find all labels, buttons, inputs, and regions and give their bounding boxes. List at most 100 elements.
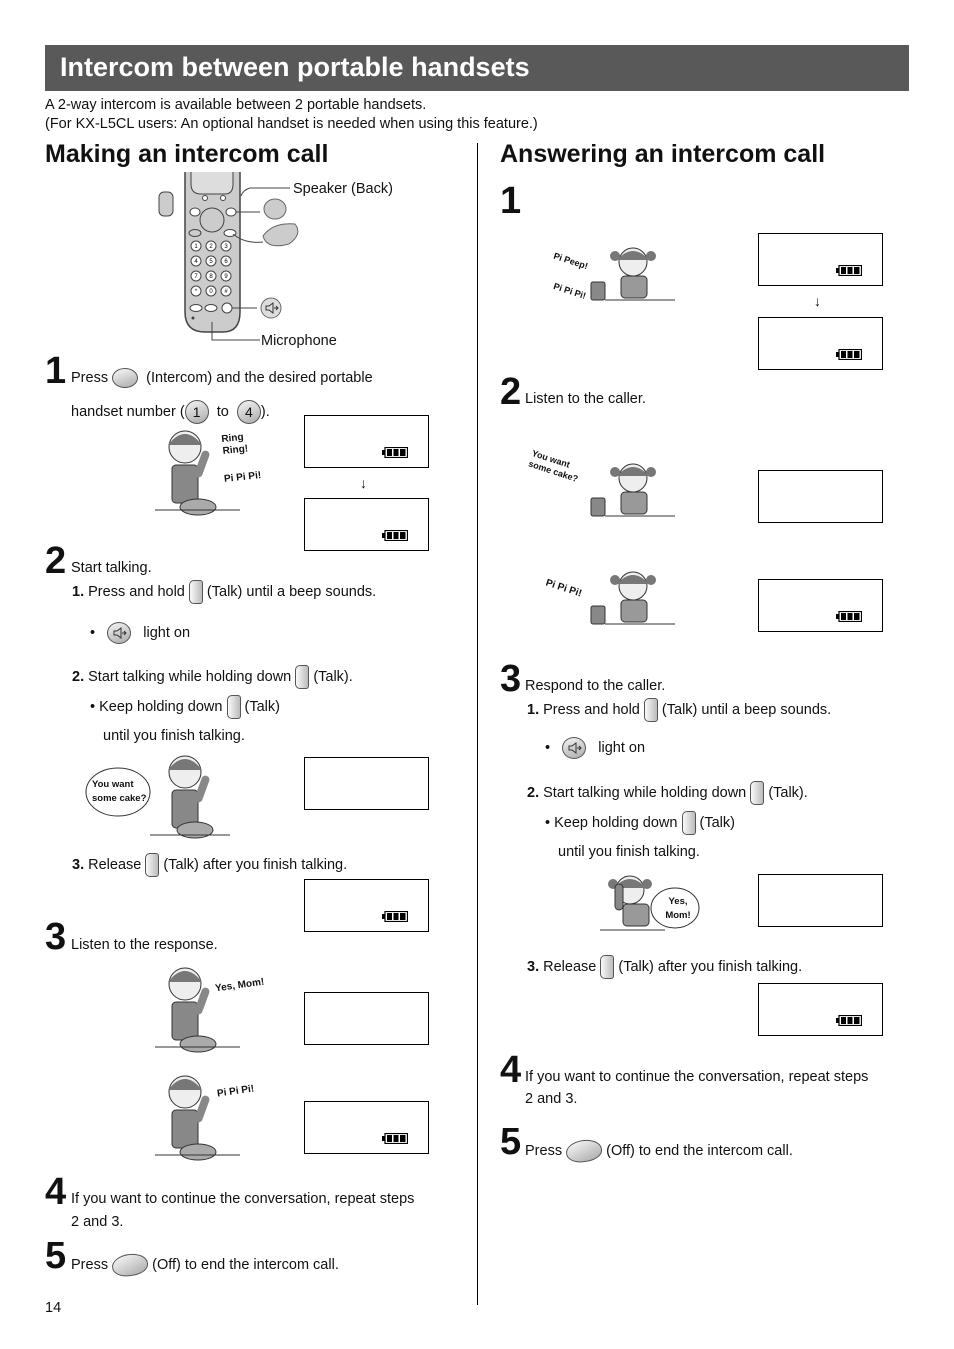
speaker-label: Speaker (Back): [293, 181, 393, 197]
step-text: to: [216, 403, 229, 420]
answering-step-2-number: 2: [500, 371, 522, 413]
lcd-display: [304, 498, 429, 551]
mom-listening-illustration: [150, 962, 270, 1057]
step-text: (Talk): [244, 698, 280, 715]
step-text: until you finish talking.: [558, 844, 700, 860]
battery-icon: [836, 1015, 862, 1026]
answering-step-3-sub-3: 3. Release (Talk) after you finish talki…: [527, 955, 802, 979]
talk-button-icon: [750, 781, 765, 805]
intro-line-2: (For KX-L5CL users: An optional handset …: [45, 116, 538, 132]
speaker-button-icon: [107, 622, 132, 644]
talk-button-icon: [643, 698, 658, 722]
battery-icon: [836, 611, 862, 622]
talk-button-icon: [681, 811, 696, 835]
making-step-2-sub-3: 3. Release (Talk) after you finish talki…: [72, 853, 347, 877]
making-step-5-number: 5: [45, 1235, 67, 1277]
step-text: Start talking.: [71, 560, 152, 576]
step-text: ).: [260, 403, 270, 420]
sub-step-number: 3.: [527, 958, 540, 975]
lcd-display: [758, 470, 883, 523]
making-step-2-number: 2: [45, 540, 67, 582]
battery-icon: [382, 447, 408, 458]
lcd-display: [758, 233, 883, 286]
step-text: Start talking while holding down: [88, 668, 292, 685]
step-text: (Talk): [699, 814, 735, 831]
step-text: (Talk) after you finish talking.: [163, 856, 348, 873]
making-step-1-line-1: Press (Intercom) and the desired portabl…: [71, 368, 373, 388]
answering-section-title: Answering an intercom call: [500, 140, 826, 168]
lcd-display: [304, 992, 429, 1045]
step-text: Release: [88, 856, 142, 873]
step-text: light on: [143, 624, 191, 641]
talk-button-icon: [600, 955, 615, 979]
arrow-down-icon: ↓: [814, 293, 821, 309]
lcd-display: [758, 579, 883, 632]
page-title: Intercom between portable handsets: [60, 52, 530, 82]
lcd-display: [304, 757, 429, 810]
step-text: Press: [71, 1256, 109, 1273]
sub-step-number: 1.: [72, 583, 85, 600]
step-text: Keep holding down: [99, 698, 223, 715]
answering-step-3-sub-1: 1. Press and hold (Talk) until a beep so…: [527, 698, 831, 722]
lcd-display: [758, 874, 883, 927]
step-text: Release: [543, 958, 597, 975]
answering-step-3-keep: • Keep holding down (Talk): [545, 811, 735, 835]
sfx-pi: Pi Pi Pi!: [552, 281, 588, 301]
bullet: •: [90, 624, 96, 641]
making-step-4-number: 4: [45, 1171, 67, 1213]
answering-step-3-number: 3: [500, 658, 522, 700]
key-4-icon: 4: [236, 400, 261, 424]
step-text: Press: [71, 369, 109, 386]
bullet: •: [545, 739, 551, 756]
making-step-2-sub-1: 1. Press and hold (Talk) until a beep so…: [72, 580, 376, 604]
step-text: (Talk) until a beep sounds.: [661, 701, 832, 718]
girl-beep-illustration: [585, 566, 680, 636]
step-text: (Talk).: [768, 784, 808, 801]
page-number: 14: [45, 1300, 62, 1316]
making-step-2-keep: • Keep holding down (Talk): [90, 695, 280, 719]
battery-icon: [382, 530, 408, 541]
making-step-1-line-2: handset number (1 to 4).: [71, 400, 270, 424]
answering-step-5-number: 5: [500, 1121, 522, 1163]
battery-icon: [382, 911, 408, 922]
sfx-ring: Ring Ring!: [220, 431, 249, 458]
making-section-title: Making an intercom call: [45, 140, 329, 168]
girl-listening-illustration: [585, 458, 680, 528]
lcd-display: [758, 983, 883, 1036]
step-text: (Talk) until a beep sounds.: [206, 583, 377, 600]
answering-step-5-text: Press (Off) to end the intercom call.: [525, 1137, 793, 1165]
making-step-3-number: 3: [45, 916, 67, 958]
microphone-label: Microphone: [261, 333, 337, 349]
step-text: Press and hold: [88, 583, 185, 600]
speech-bubble-text: Yes, Mom!: [665, 896, 691, 921]
step-text: (Talk).: [313, 668, 353, 685]
talk-button-icon: [295, 665, 310, 689]
step-text: Listen to the caller.: [525, 391, 646, 407]
step-text: If you want to continue the conversation…: [525, 1069, 869, 1085]
making-step-5-text: Press (Off) to end the intercom call.: [71, 1251, 339, 1279]
handset-diagram: 1 2 3 4 5 6 7 8 9 * 0 #: [155, 172, 415, 352]
lcd-display: [304, 415, 429, 468]
step-text: Press and hold: [543, 701, 640, 718]
speaker-button-icon: [562, 737, 587, 759]
answering-step-4-number: 4: [500, 1049, 522, 1091]
sub-step-number: 3.: [72, 856, 85, 873]
sub-step-number: 2.: [527, 784, 540, 801]
making-step-2-sub-2: 2. Start talking while holding down (Tal…: [72, 665, 353, 689]
intro-line-1: A 2-way intercom is available between 2 …: [45, 97, 427, 113]
arrow-down-icon: ↓: [360, 475, 367, 491]
making-step-1-number: 1: [45, 350, 67, 392]
battery-icon: [836, 265, 862, 276]
lcd-display: [304, 1101, 429, 1154]
step-text: 2 and 3.: [525, 1091, 578, 1107]
step-text: (Off) to end the intercom call.: [606, 1142, 793, 1159]
step-text: until you finish talking.: [103, 728, 245, 744]
step-text: (Off) to end the intercom call.: [152, 1256, 339, 1273]
speech-bubble-text: You want some cake?: [92, 779, 147, 804]
talk-button-icon: [188, 580, 203, 604]
lcd-display: [758, 317, 883, 370]
battery-icon: [836, 349, 862, 360]
step-text: 2 and 3.: [71, 1214, 124, 1230]
lcd-display: [304, 879, 429, 932]
step-text: Respond to the caller.: [525, 678, 666, 694]
